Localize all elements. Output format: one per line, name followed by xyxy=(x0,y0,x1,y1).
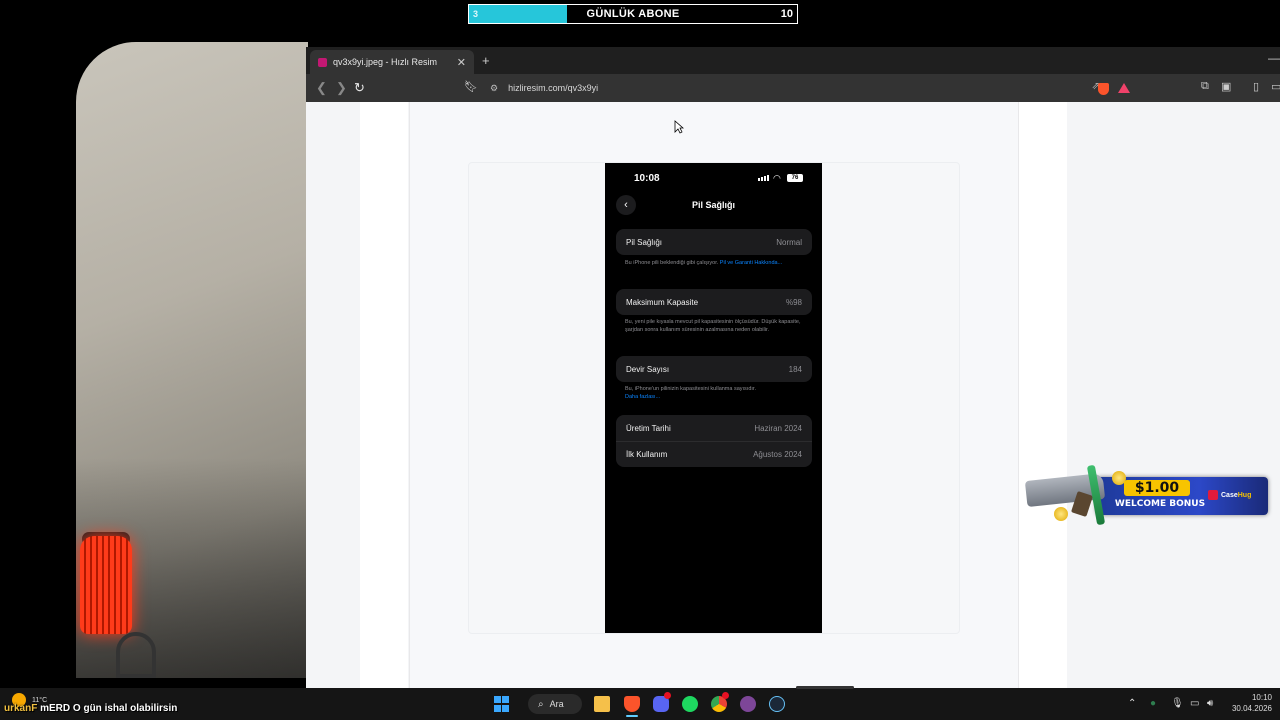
battery-health-note-text: Bu iPhone pili beklendiği gibi çalışıyor… xyxy=(625,260,719,266)
site-settings-icon[interactable]: ⚙ xyxy=(490,83,498,94)
ad-bonus-amount: $1.00 xyxy=(1124,480,1190,496)
chat-text: mERD O gün ishal olabilirsin xyxy=(40,703,178,714)
cycle-count-label: Devir Sayısı xyxy=(626,364,670,374)
max-capacity-label: Maksimum Kapasite xyxy=(626,297,699,307)
casehug-logo-icon xyxy=(1208,490,1218,500)
reload-icon[interactable]: ↻ xyxy=(354,80,365,96)
tor-browser-icon[interactable] xyxy=(740,696,756,712)
brave-browser-icon[interactable] xyxy=(624,696,640,712)
page-margin-left xyxy=(360,102,408,688)
address-bar[interactable]: ⚙ hizliresim.com/qv3x9yi ⇗ xyxy=(488,78,1138,98)
battery-health-screenshot[interactable]: 10:08 ◠ 76 ‹ Pil Sağlığı Pil Sağlığı Nor… xyxy=(605,163,822,633)
display-icon[interactable]: ▭ xyxy=(1190,698,1199,709)
cycle-count-card: Devir Sayısı 184 xyxy=(616,356,812,382)
dates-card: Üretim Tarihi Haziran 2024 İlk Kullanım … xyxy=(616,415,812,467)
learn-more-link: Daha fazlası... xyxy=(625,393,661,400)
mouse-cursor-icon xyxy=(674,120,684,134)
sidebar-icon[interactable]: ▯ xyxy=(1253,80,1259,93)
forward-icon[interactable]: ❯ xyxy=(336,80,347,96)
battery-icon: 76 xyxy=(787,174,803,182)
battery-health-card: Pil Sağlığı Normal xyxy=(616,229,812,255)
brave-shield-icon[interactable] xyxy=(1098,83,1109,95)
brand-name-b: Hug xyxy=(1237,491,1252,499)
subscriber-goal-current: 3 xyxy=(473,9,479,19)
browser-toolbar: ❮ ❯ ↻ 🔖︎ ⚙ hizliresim.com/qv3x9yi ⇗ ⧉ ▣ … xyxy=(306,74,1280,102)
volume-icon[interactable]: 🔊︎ xyxy=(1207,698,1213,709)
coin-icon xyxy=(1054,507,1068,521)
active-app-indicator xyxy=(626,715,638,717)
chrome-badge xyxy=(722,692,729,699)
new-tab-button[interactable]: + xyxy=(482,53,490,68)
screen: 3 GÜNLÜK ABONE 10 qv3x9yi.jpeg - Hızlı R… xyxy=(0,0,1280,720)
cycle-count-note: Bu, iPhone'un pilinizin kapasitesini kul… xyxy=(625,386,805,401)
manufacture-date-label: Üretim Tarihi xyxy=(626,423,671,433)
screen-title: Pil Sağlığı xyxy=(691,200,735,210)
cycle-count-note-text: Bu, iPhone'un pilinizin kapasitesini kul… xyxy=(625,386,756,392)
page-margin-right xyxy=(1019,102,1067,688)
casehug-ad-banner[interactable]: $1.00 WELCOME BONUS Case Hug xyxy=(1024,463,1270,527)
tab-bar: qv3x9yi.jpeg - Hızlı Resim ✕ + — xyxy=(306,47,1280,74)
discord-badge xyxy=(664,692,671,699)
ad-bonus-text: WELCOME BONUS xyxy=(1114,499,1206,509)
casehug-logo: Case Hug xyxy=(1208,490,1251,500)
back-icon[interactable]: ❮ xyxy=(316,80,327,96)
subscriber-goal-title: GÜNLÜK ABONE xyxy=(586,8,680,20)
wifi-icon: ◠ xyxy=(773,173,781,183)
extensions-icon[interactable]: ⧉ xyxy=(1201,80,1209,93)
minimize-button[interactable]: — xyxy=(1268,51,1280,65)
spotify-icon[interactable] xyxy=(682,696,698,712)
max-capacity-value: %98 xyxy=(785,297,802,307)
cellular-signal-icon xyxy=(758,175,769,181)
battery-warranty-link: Pil ve Garanti Hakkında... xyxy=(719,260,783,266)
search-label: Ara xyxy=(549,699,564,709)
clock-date: 30.04.2026 xyxy=(1231,704,1272,713)
subscriber-goal-target: 10 xyxy=(780,8,793,20)
max-capacity-note: Bu, yeni pile kıyasla mevcut pil kapasit… xyxy=(625,319,801,333)
clock-time: 10:10 xyxy=(1251,693,1272,702)
microphone-arm xyxy=(116,632,156,678)
taskbar xyxy=(0,688,1280,720)
battery-health-label: Pil Sağlığı xyxy=(626,237,663,247)
manufacture-date-value: Haziran 2024 xyxy=(754,423,802,433)
wallet-icon[interactable]: ▣ xyxy=(1221,80,1231,93)
first-use-value: Ağustos 2024 xyxy=(753,450,802,459)
battery-health-value: Normal xyxy=(776,237,802,247)
close-tab-icon[interactable]: ✕ xyxy=(457,56,466,69)
status-time: 10:08 xyxy=(634,173,660,184)
max-capacity-card: Maksimum Kapasite %98 xyxy=(616,289,812,315)
brand-name-a: Case xyxy=(1221,491,1238,499)
url-text[interactable]: hizliresim.com/qv3x9yi xyxy=(508,83,598,93)
system-clock[interactable]: 10:10 30.04.2026 xyxy=(1222,692,1272,714)
chat-overlay-message: urkanF mERD O gün ishal olabilirsin xyxy=(4,703,177,714)
battery-health-note: Bu iPhone pili beklendiği gibi çalışıyor… xyxy=(625,260,805,268)
tab-title: qv3x9yi.jpeg - Hızlı Resim xyxy=(333,57,438,67)
subscriber-goal-bar: 3 GÜNLÜK ABONE 10 xyxy=(468,4,798,24)
file-explorer-icon[interactable] xyxy=(594,696,610,712)
network-icon[interactable]: ● xyxy=(1150,698,1156,709)
browser-tab[interactable]: qv3x9yi.jpeg - Hızlı Resim ✕ xyxy=(310,50,474,74)
windows-start-icon[interactable] xyxy=(494,696,510,712)
taskbar-search[interactable]: ⌕ Ara xyxy=(528,694,582,714)
chat-username: urkanF xyxy=(4,703,38,714)
microphone-icon[interactable]: 🎙︎ xyxy=(1171,698,1184,709)
first-use-label: İlk Kullanım xyxy=(626,450,668,459)
brave-rewards-icon[interactable] xyxy=(1118,83,1130,93)
rgb-microphone xyxy=(80,536,132,634)
site-favicon-icon xyxy=(318,57,327,67)
steam-icon[interactable] xyxy=(769,696,785,712)
bookmark-icon[interactable]: 🔖︎ xyxy=(464,80,478,93)
webcam-feed xyxy=(76,42,308,678)
chevron-up-icon[interactable]: ⌃ xyxy=(1128,698,1136,709)
cycle-count-value: 184 xyxy=(788,364,802,374)
scroll-hint xyxy=(796,686,854,689)
search-icon: ⌕ xyxy=(538,698,544,710)
menu-icon[interactable]: ▭ xyxy=(1271,80,1280,93)
